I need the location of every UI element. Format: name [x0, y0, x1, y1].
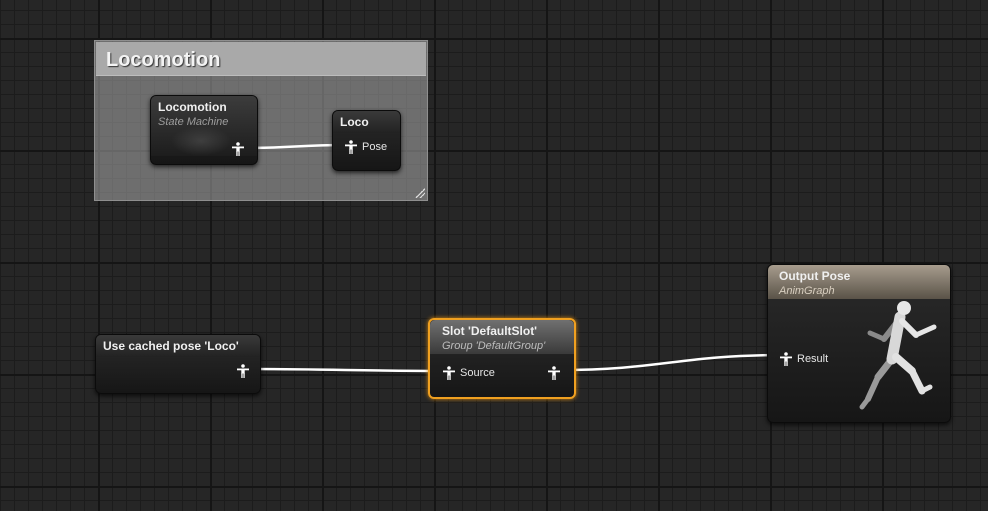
source-pin-label: Source [460, 367, 495, 379]
comment-title[interactable]: Locomotion [96, 42, 426, 76]
pose-pin-icon[interactable] [443, 366, 455, 380]
loco-result-node[interactable]: Loco Pose [332, 110, 401, 171]
cached-pose-node[interactable]: Use cached pose 'Loco' [95, 334, 261, 394]
output-pose-node[interactable]: Output Pose AnimGraph Result [767, 264, 951, 423]
wire-cache-to-slot [241, 367, 449, 373]
pose-pin-label: Pose [362, 141, 388, 153]
wire-slot-to-output [559, 353, 786, 372]
pose-pin-icon[interactable] [345, 140, 357, 154]
node-glow [171, 126, 231, 156]
pose-pin-icon[interactable] [232, 142, 244, 156]
node-title: Locomotion [158, 100, 227, 114]
node-subtitle: AnimGraph [779, 285, 835, 297]
slot-node[interactable]: Slot 'DefaultSlot' Group 'DefaultGroup' … [428, 318, 576, 399]
mannequin-preview-icon [859, 301, 937, 410]
pose-pin-icon[interactable] [237, 364, 249, 378]
node-subtitle: Group 'DefaultGroup' [442, 340, 546, 352]
result-pin-label: Result [797, 353, 829, 365]
node-title: Output Pose [779, 269, 851, 283]
resize-grip-icon[interactable] [415, 188, 425, 198]
node-title: Use cached pose 'Loco' [103, 339, 239, 353]
node-title: Loco [340, 115, 369, 129]
anim-graph-canvas[interactable]: Locomotion Locomotion State Machine Loco [0, 0, 988, 511]
node-title: Slot 'DefaultSlot' [442, 324, 538, 338]
node-subtitle: State Machine [158, 116, 229, 128]
pose-pin-icon[interactable] [780, 352, 792, 366]
pose-pin-icon[interactable] [548, 366, 560, 380]
state-machine-node[interactable]: Locomotion State Machine [150, 95, 258, 165]
